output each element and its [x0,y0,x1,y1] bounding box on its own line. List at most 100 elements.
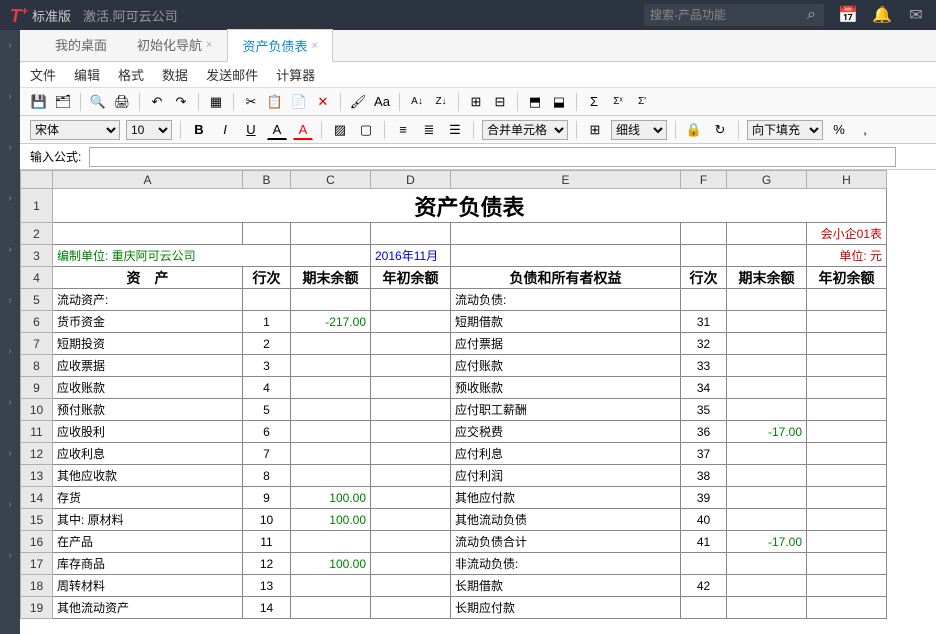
chevron-right-icon[interactable]: › [8,142,11,153]
grid-button[interactable]: ⊞ [585,120,605,140]
begin-balance[interactable] [807,289,887,311]
row-header[interactable]: 7 [21,333,53,355]
asset-name[interactable]: 应收股利 [53,421,243,443]
merge-select[interactable]: 合并单元格 [482,120,568,140]
liability-name[interactable]: 其他应付款 [451,487,681,509]
row-header[interactable]: 8 [21,355,53,377]
asset-name[interactable]: 其他流动资产 [53,597,243,619]
row-num[interactable]: 6 [243,421,291,443]
font-color-red-button[interactable]: A [293,120,313,140]
chevron-right-icon[interactable]: › [8,193,11,204]
col-header-F[interactable]: F [681,171,727,189]
end-balance[interactable] [727,597,807,619]
chevron-right-icon[interactable]: › [8,499,11,510]
col-header-C[interactable]: C [291,171,371,189]
end-balance[interactable] [727,355,807,377]
asset-name[interactable]: 其中: 原材料 [53,509,243,531]
cell[interactable] [243,223,291,245]
row-header[interactable]: 18 [21,575,53,597]
begin-balance[interactable] [807,399,887,421]
begin-balance[interactable] [371,597,451,619]
chevron-right-icon[interactable]: › [8,397,11,408]
row-header[interactable]: 16 [21,531,53,553]
end-balance[interactable] [727,553,807,575]
liability-name[interactable]: 应付利息 [451,443,681,465]
align-center-button[interactable]: ≣ [419,120,439,140]
formula-input[interactable] [89,147,896,167]
end-balance[interactable] [291,421,371,443]
align-left-button[interactable]: ≡ [393,120,413,140]
cell[interactable] [681,223,727,245]
chevron-right-icon[interactable]: › [8,295,11,306]
cell[interactable] [451,245,681,267]
sheet-title[interactable]: 资产负债表 [53,189,887,223]
redo-icon[interactable]: ↷ [172,93,190,111]
fill-select[interactable]: 向下填充 [747,120,823,140]
asset-name[interactable]: 短期投资 [53,333,243,355]
row-num[interactable]: 34 [681,377,727,399]
begin-balance[interactable] [371,311,451,333]
end-balance[interactable] [291,597,371,619]
asset-name[interactable]: 应收账款 [53,377,243,399]
liability-name[interactable]: 短期借款 [451,311,681,333]
liability-name[interactable]: 应付利润 [451,465,681,487]
meta-date[interactable]: 2016年11月 [371,245,451,267]
mail-icon[interactable]: ✉ [906,5,926,25]
paste-icon[interactable]: 📄 [290,93,308,111]
row-header[interactable]: 12 [21,443,53,465]
begin-balance[interactable] [371,465,451,487]
end-balance[interactable] [291,377,371,399]
end-balance[interactable] [291,443,371,465]
cut-icon[interactable]: ✂ [242,93,260,111]
col-header-B[interactable]: B [243,171,291,189]
fill-color-button[interactable]: ▨ [330,120,350,140]
liability-name[interactable]: 长期借款 [451,575,681,597]
menu-编辑[interactable]: 编辑 [74,65,100,84]
col-title[interactable]: 年初余额 [371,267,451,289]
begin-balance[interactable] [807,421,887,443]
row-num[interactable] [681,289,727,311]
sort-za-icon[interactable]: Z↓ [432,93,450,111]
bold-button[interactable]: B [189,120,209,140]
asset-name[interactable]: 在产品 [53,531,243,553]
col-title[interactable]: 期末余额 [727,267,807,289]
liability-name[interactable]: 其他流动负债 [451,509,681,531]
row-header[interactable]: 17 [21,553,53,575]
delete-row-icon[interactable]: ⬓ [550,93,568,111]
sort-az-icon[interactable]: A↓ [408,93,426,111]
end-balance[interactable] [727,575,807,597]
col-title[interactable]: 负债和所有者权益 [451,267,681,289]
asset-name[interactable]: 周转材料 [53,575,243,597]
align-right-button[interactable]: ☰ [445,120,465,140]
size-select[interactable]: 10 [126,120,172,140]
end-balance[interactable] [291,575,371,597]
tab-我的桌面[interactable]: 我的桌面 [40,28,122,61]
row-header[interactable]: 1 [21,189,53,223]
cell[interactable] [291,223,371,245]
row-num[interactable]: 42 [681,575,727,597]
end-balance[interactable]: -217.00 [291,311,371,333]
cell[interactable] [53,223,243,245]
lock-icon[interactable]: 🔒 [684,120,704,140]
row-num[interactable]: 9 [243,487,291,509]
row-num[interactable]: 1 [243,311,291,333]
col-title[interactable]: 行次 [681,267,727,289]
percent-button[interactable]: % [829,120,849,140]
row-header[interactable]: 11 [21,421,53,443]
menu-计算器[interactable]: 计算器 [276,65,315,84]
begin-balance[interactable] [807,311,887,333]
begin-balance[interactable] [807,487,887,509]
end-balance[interactable] [291,531,371,553]
col-header-D[interactable]: D [371,171,451,189]
row-num[interactable] [681,597,727,619]
row-num[interactable]: 40 [681,509,727,531]
liability-name[interactable]: 流动负债: [451,289,681,311]
begin-balance[interactable] [371,289,451,311]
begin-balance[interactable] [807,575,887,597]
begin-balance[interactable] [807,333,887,355]
begin-balance[interactable] [371,531,451,553]
cell[interactable] [371,223,451,245]
begin-balance[interactable] [371,421,451,443]
tab-资产负债表[interactable]: 资产负债表× [227,29,332,62]
select-all-corner[interactable] [21,171,53,189]
